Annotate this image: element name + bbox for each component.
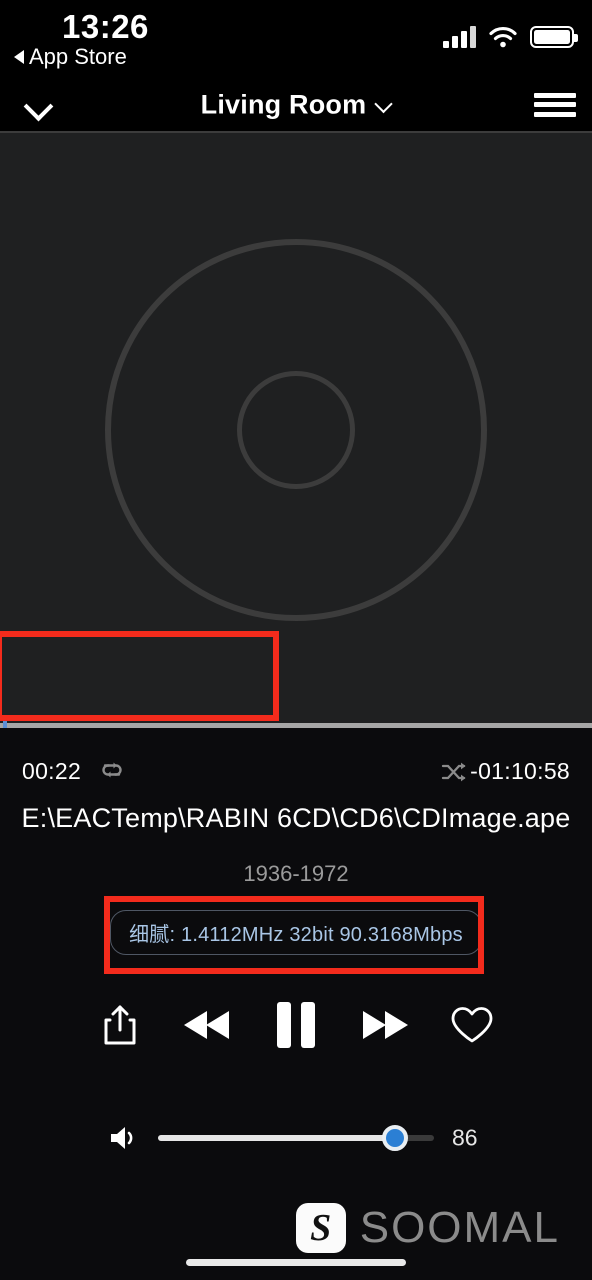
volume-fill (158, 1135, 396, 1141)
speaker-icon[interactable] (108, 1123, 142, 1153)
watermark-text: SOOMAL (359, 1203, 560, 1252)
volume-slider[interactable] (158, 1125, 434, 1151)
time-row: 00:22 -01:10:58 (0, 758, 592, 788)
quality-pill-wrapper: 细腻: 1.4112MHz 32bit 90.3168Mbps (0, 910, 592, 955)
chevron-down-small-icon (375, 97, 391, 113)
remaining-time: -01:10:58 (470, 758, 570, 784)
rewind-icon[interactable] (176, 993, 240, 1057)
status-bar-time: 13:26 (62, 8, 149, 45)
status-bar: 13:26 App Store (0, 0, 592, 78)
shuffle-icon[interactable] (440, 759, 468, 785)
album-art-area[interactable]: 44.1kHz 16bit 1.411kbps LPCM (0, 133, 592, 835)
back-label: App Store (29, 44, 127, 69)
remaining-time-group: -01:10:58 (440, 758, 570, 785)
transport-controls (0, 990, 592, 1060)
nav-header: Living Room (0, 78, 592, 131)
elapsed-time: 00:22 (22, 758, 82, 784)
share-icon[interactable] (88, 993, 152, 1057)
heart-icon[interactable] (440, 993, 504, 1057)
wifi-icon (489, 26, 517, 48)
volume-value: 86 (452, 1124, 478, 1151)
page-title: Living Room (200, 89, 367, 119)
output-quality-badge: 细腻: 1.4112MHz 32bit 90.3168Mbps (110, 910, 482, 955)
repeat-icon[interactable] (97, 755, 127, 785)
room-selector[interactable]: Living Room (0, 89, 592, 120)
phone-screen: 13:26 App Store Living Room 00:22 -01:10… (0, 0, 592, 1280)
volume-row: 86 (0, 1113, 592, 1163)
soomal-logo-icon: S (295, 1203, 346, 1253)
track-subtitle: 1936-1972 (243, 861, 349, 886)
home-indicator[interactable] (186, 1259, 406, 1266)
back-to-app-store-button[interactable]: App Store (14, 44, 127, 70)
cellular-signal-icon (443, 26, 476, 48)
volume-thumb[interactable] (382, 1125, 409, 1151)
player-panel: 00:22 -01:10:58 E:\EACTemp\RABIN 6CD\CD6… (0, 728, 592, 1280)
track-title: E:\EACTemp\RABIN 6CD\CD6\CDImage.ape (21, 803, 571, 833)
fast-forward-icon[interactable] (352, 993, 416, 1057)
compact-disc-hub-icon (237, 371, 355, 489)
hamburger-menu-icon[interactable] (534, 90, 576, 120)
battery-icon (530, 26, 578, 48)
pause-icon[interactable] (264, 993, 328, 1057)
back-triangle-icon (14, 50, 24, 64)
status-bar-indicators (443, 26, 578, 48)
watermark: S SOOMAL (295, 1203, 560, 1253)
